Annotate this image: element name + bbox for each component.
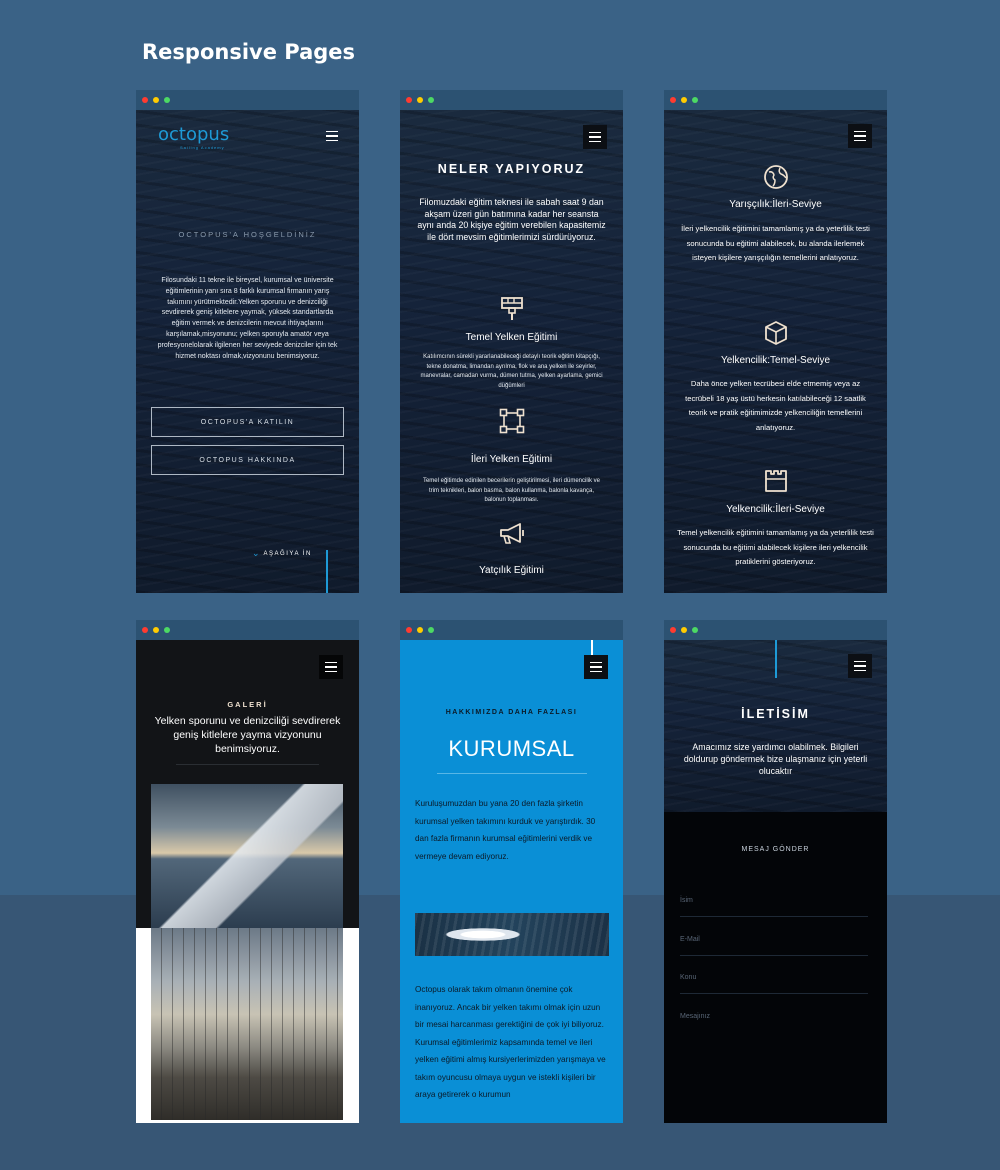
- window-chrome: [136, 620, 359, 640]
- service-title: Yatçılık Eğitimi: [479, 565, 544, 576]
- message-field[interactable]: Mesajınız: [680, 1013, 710, 1020]
- service-text: Temel eğitimde edinilen becerilerin geli…: [422, 478, 601, 503]
- chevron-down-icon: ⌄: [252, 548, 260, 558]
- name-field[interactable]: İsim: [680, 897, 693, 904]
- frame-gallery: GALERİ Yelken sporunu ve denizciliği sev…: [136, 620, 359, 1123]
- megaphone-icon: [500, 523, 524, 544]
- castle-icon: [765, 470, 787, 492]
- gallery-title: GALERİ: [227, 700, 268, 709]
- about-button[interactable]: OCTOPUS HAKKINDA: [151, 445, 344, 475]
- logo-subtitle: Sailing Academy: [180, 145, 225, 150]
- maximize-dot[interactable]: [164, 627, 170, 633]
- email-field[interactable]: E-Mail: [680, 936, 700, 943]
- about-viewport: HAKKIMIZDA DAHA FAZLASI KURUMSAL Kuruluş…: [400, 640, 623, 1123]
- service-title: Temel Yelken Eğitimi: [465, 332, 558, 343]
- minimize-dot[interactable]: [417, 627, 423, 633]
- gallery-divider: [176, 764, 319, 765]
- close-dot[interactable]: [406, 97, 412, 103]
- minimize-dot[interactable]: [681, 627, 687, 633]
- minimize-dot[interactable]: [417, 97, 423, 103]
- subject-field[interactable]: Konu: [680, 974, 696, 981]
- scroll-down-label: AŞAĞIYA İN: [263, 550, 312, 557]
- about-photo-yacht[interactable]: [415, 913, 609, 956]
- globe-icon: [764, 165, 788, 189]
- maximize-dot[interactable]: [428, 627, 434, 633]
- about-divider: [437, 773, 587, 774]
- menu-button[interactable]: [583, 125, 607, 149]
- frame-services: NELER YAPIYORUZ Filomuzdaki eğitim tekne…: [400, 90, 623, 593]
- level-text: İleri yelkencilik eğitimini tamamlamış y…: [681, 224, 870, 262]
- services-title: NELER YAPIYORUZ: [437, 162, 586, 176]
- logo[interactable]: octopus Sailing Academy: [158, 124, 229, 150]
- level-text: Temel yelkencilik eğitimini tamamlamış y…: [677, 528, 874, 566]
- contact-viewport: İLETİSİM Amacımız size yardımcı olabilme…: [664, 640, 887, 1123]
- contact-title: İLETİSİM: [741, 707, 810, 721]
- level-text: Daha önce yelken tecrübesi elde etmemiş …: [685, 379, 866, 432]
- frame-home: octopus Sailing Academy OCTOPUS'A HOŞGEL…: [136, 90, 359, 593]
- level-title: Yelkencilik:Temel-Seviye: [720, 355, 831, 366]
- home-body-text: Filosundaki 11 tekne ile bireysel, kurum…: [157, 277, 338, 360]
- contact-intro: Amacımız size yardımcı olabilmek. Bilgil…: [683, 742, 868, 776]
- close-dot[interactable]: [142, 97, 148, 103]
- gallery-photo-marina[interactable]: [151, 928, 343, 1120]
- subject-field-underline: [680, 993, 868, 994]
- level-title: Yelkencilik:İleri-Seviye: [726, 504, 825, 515]
- home-viewport: octopus Sailing Academy OCTOPUS'A HOŞGEL…: [136, 110, 359, 593]
- menu-button[interactable]: [584, 655, 608, 679]
- service-title: İleri Yelken Eğitimi: [470, 454, 553, 465]
- close-dot[interactable]: [406, 627, 412, 633]
- contact-form-title: MESAJ GÖNDER: [741, 846, 810, 853]
- close-dot[interactable]: [670, 627, 676, 633]
- menu-button[interactable]: [319, 655, 343, 679]
- levels-viewport: Yarışçılık:İleri-Seviye İleri yelkencili…: [664, 110, 887, 593]
- close-dot[interactable]: [670, 97, 676, 103]
- about-paragraph-1: Kuruluşumuzdan bu yana 20 den fazla şirk…: [415, 799, 596, 861]
- minimize-dot[interactable]: [681, 97, 687, 103]
- window-chrome: [136, 90, 359, 110]
- menu-button[interactable]: [320, 124, 344, 148]
- minimize-dot[interactable]: [153, 627, 159, 633]
- minimize-dot[interactable]: [153, 97, 159, 103]
- paintbrush-icon: [501, 297, 523, 320]
- window-chrome: [664, 620, 887, 640]
- scroll-down-link[interactable]: ⌄ AŞAĞIYA İN: [252, 549, 312, 558]
- service-text: Katılımcının sürekli yararlanabileceği d…: [420, 354, 603, 389]
- scroll-indicator: [775, 640, 777, 678]
- vector-square-icon: [499, 408, 525, 434]
- name-field-underline: [680, 916, 868, 917]
- page-heading: Responsive Pages: [142, 40, 356, 64]
- gallery-viewport: GALERİ Yelken sporunu ve denizciliği sev…: [136, 640, 359, 1123]
- maximize-dot[interactable]: [164, 97, 170, 103]
- frame-levels: Yarışçılık:İleri-Seviye İleri yelkencili…: [664, 90, 887, 593]
- email-field-underline: [680, 955, 868, 956]
- menu-button[interactable]: [848, 654, 872, 678]
- about-paragraph-2: Octopus olarak takım olmanın önemine çok…: [415, 985, 606, 1099]
- frame-about: HAKKIMIZDA DAHA FAZLASI KURUMSAL Kuruluş…: [400, 620, 623, 1123]
- scroll-indicator: [326, 550, 328, 593]
- maximize-dot[interactable]: [692, 627, 698, 633]
- close-dot[interactable]: [142, 627, 148, 633]
- cube-icon: [765, 321, 787, 345]
- join-button[interactable]: OCTOPUS'A KATILIN: [151, 407, 344, 437]
- about-kicker: HAKKIMIZDA DAHA FAZLASI: [445, 709, 578, 716]
- maximize-dot[interactable]: [692, 97, 698, 103]
- window-chrome: [400, 90, 623, 110]
- frame-contact: İLETİSİM Amacımız size yardımcı olabilme…: [664, 620, 887, 1123]
- gallery-text: Yelken sporunu ve denizciliği sevdirerek…: [154, 715, 341, 755]
- menu-button[interactable]: [848, 124, 872, 148]
- gallery-photo-sailboat[interactable]: [151, 784, 343, 928]
- logo-text: octopus: [158, 124, 230, 145]
- about-title: KURUMSAL: [448, 736, 575, 761]
- services-intro: Filomuzdaki eğitim teknesi ile sabah saa…: [417, 197, 606, 242]
- window-chrome: [400, 620, 623, 640]
- welcome-title: OCTOPUS'A HOŞGELDİNİZ: [178, 230, 317, 239]
- services-viewport: NELER YAPIYORUZ Filomuzdaki eğitim tekne…: [400, 110, 623, 593]
- level-title: Yarışçılık:İleri-Seviye: [729, 199, 822, 210]
- maximize-dot[interactable]: [428, 97, 434, 103]
- window-chrome: [664, 90, 887, 110]
